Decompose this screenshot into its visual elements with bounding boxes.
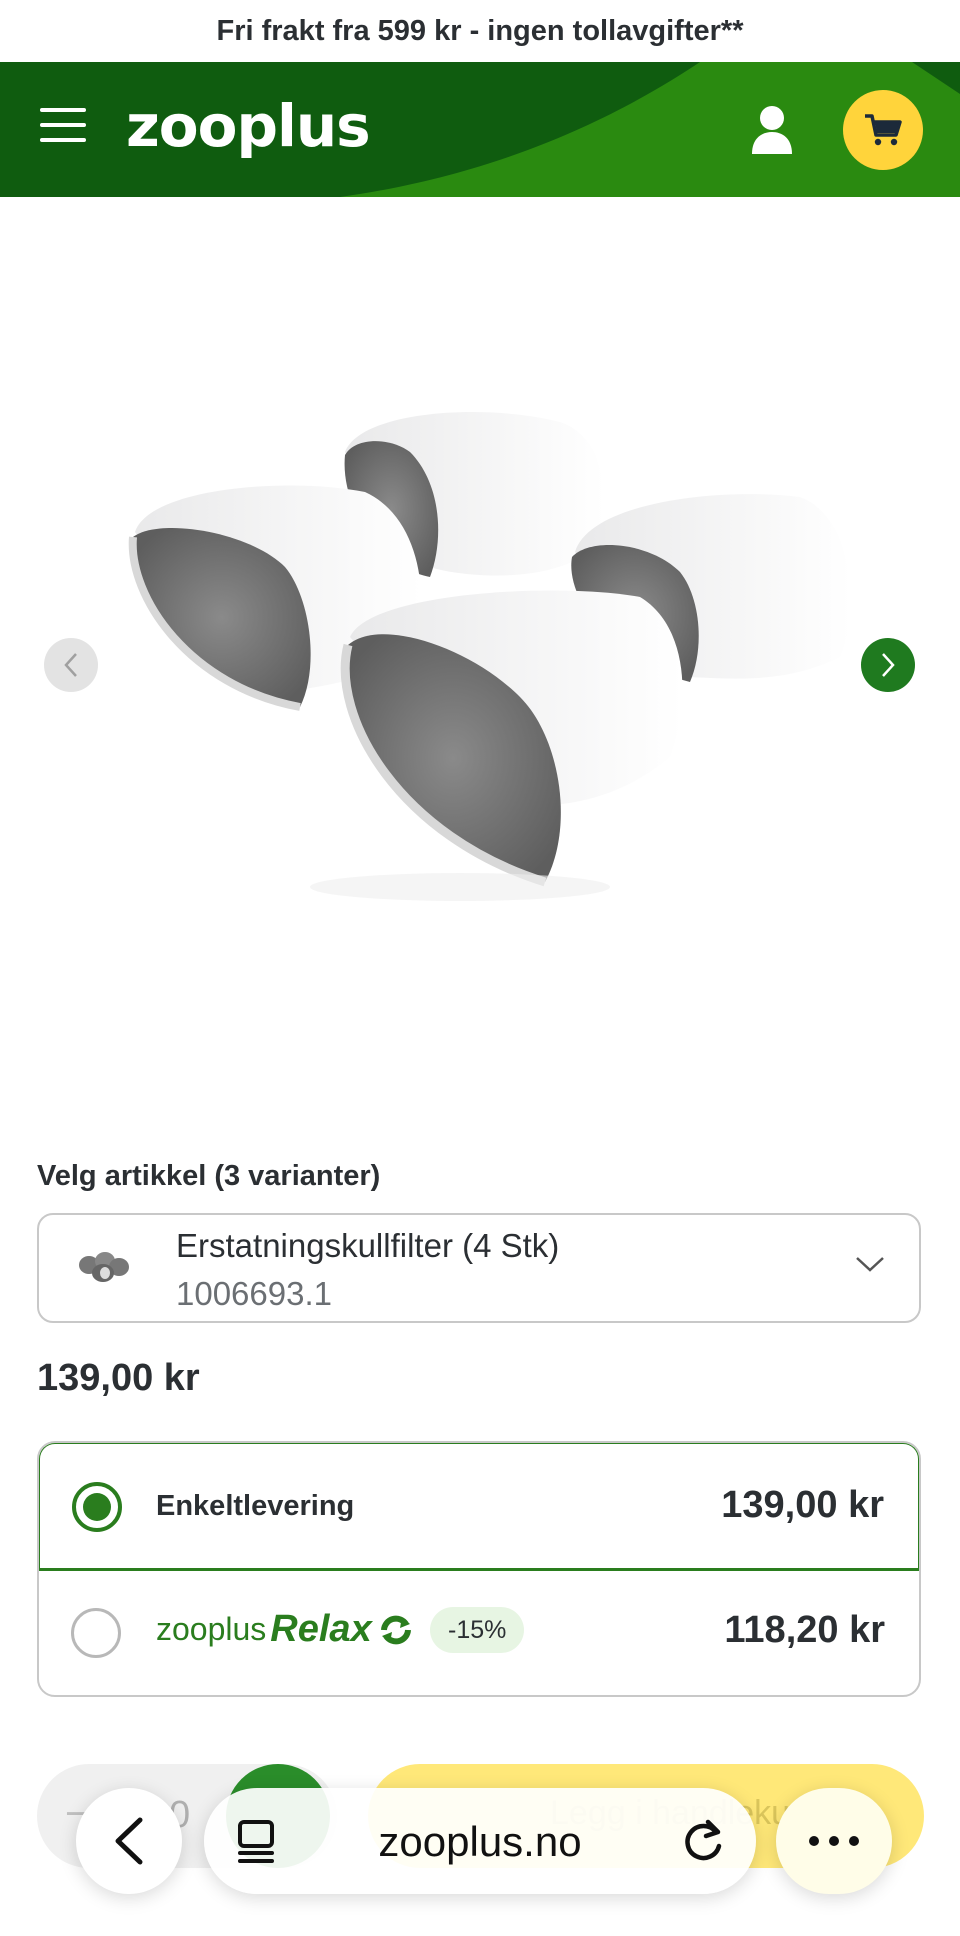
product-image: [128, 412, 851, 901]
browser-address-bar[interactable]: zooplus.no: [204, 1788, 756, 1894]
relax-price: 118,20 kr: [724, 1609, 885, 1651]
carousel-prev-button[interactable]: [44, 638, 98, 692]
product-image-carousel[interactable]: [0, 197, 960, 1127]
relax-brand-prefix: zooplus: [156, 1611, 267, 1647]
cart-button[interactable]: [843, 90, 923, 170]
zooplus-logo[interactable]: zooplus: [126, 92, 371, 160]
product-price: 139,00 kr: [37, 1357, 200, 1399]
variant-name: Erstatningskullfilter (4 Stk): [176, 1227, 560, 1264]
single-delivery-price: 139,00 kr: [721, 1484, 884, 1526]
relax-discount-badge: -15%: [430, 1607, 525, 1653]
option-single-delivery[interactable]: Enkeltlevering 139,00 kr: [39, 1443, 919, 1571]
back-arrow-icon: [115, 1817, 143, 1865]
radio-relax[interactable]: [71, 1608, 121, 1658]
site-header: zooplus: [0, 62, 960, 197]
radio-single-delivery[interactable]: [72, 1482, 122, 1532]
chevron-right-icon: [882, 653, 895, 677]
bottom-bar: − 0 Legg i handlekurv zooplus.no: [0, 1740, 960, 1936]
reload-icon[interactable]: [680, 1816, 726, 1866]
chevron-down-icon: [856, 1257, 884, 1272]
cart-icon: [865, 114, 902, 146]
menu-icon[interactable]: [40, 108, 86, 142]
relax-brand-name: Relax: [270, 1608, 372, 1650]
variant-dropdown[interactable]: Erstatningskullfilter (4 Stk) 1006693.1: [37, 1213, 921, 1323]
variant-thumbnail: [79, 1252, 129, 1282]
browser-more-button[interactable]: [776, 1788, 892, 1894]
more-dots-icon: [809, 1836, 819, 1846]
user-icon[interactable]: [748, 104, 796, 156]
relax-refresh-icon: [380, 1615, 411, 1644]
variant-label: Velg artikkel (3 varianter): [37, 1160, 381, 1192]
variant-sku: 1006693.1: [176, 1275, 332, 1312]
url-text[interactable]: zooplus.no: [204, 1818, 756, 1866]
single-delivery-label: Enkeltlevering: [156, 1490, 355, 1522]
promo-text: Fri frakt fra 599 kr - ingen tollavgifte…: [216, 14, 744, 47]
delivery-options: Enkeltlevering 139,00 kr zooplus Relax -…: [37, 1441, 921, 1697]
browser-back-button[interactable]: [76, 1788, 182, 1894]
chevron-left-icon: [64, 653, 77, 677]
carousel-next-button[interactable]: [861, 638, 915, 692]
relax-logo: zooplus Relax: [156, 1608, 414, 1651]
promo-banner: Fri frakt fra 599 kr - ingen tollavgifte…: [0, 0, 960, 62]
